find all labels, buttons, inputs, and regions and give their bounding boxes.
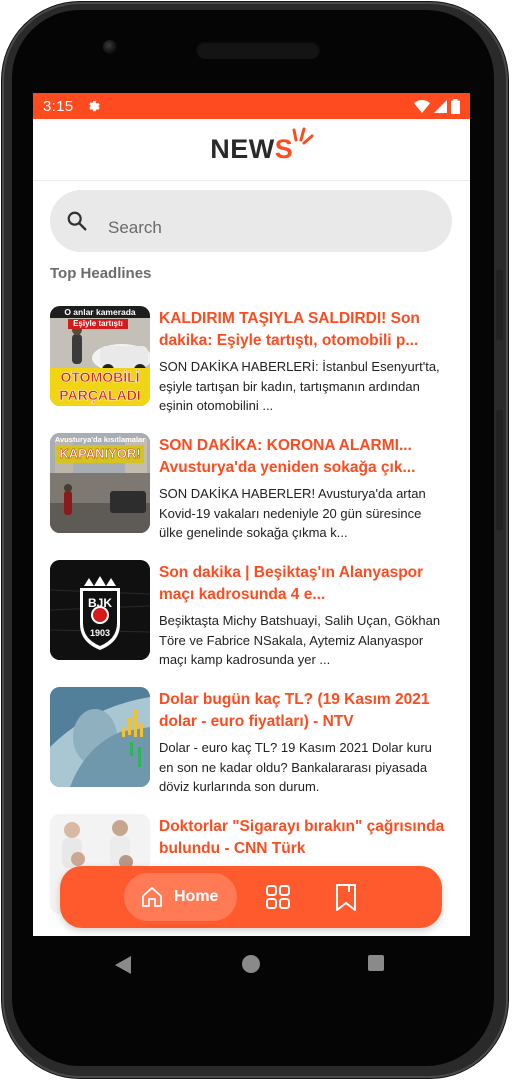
news-item[interactable]: O anlar kamerada Eşiyle tartıştı OTOMOBİ… <box>50 306 460 433</box>
search-icon <box>67 211 87 231</box>
news-item[interactable]: Dolar bugün kaç TL? (19 Kasım 2021 dolar… <box>50 687 460 814</box>
power-button <box>496 270 503 340</box>
news-text: Son dakika | Beşiktaş'ın Alanyaspor maçı… <box>159 562 447 670</box>
battery-icon <box>451 98 460 114</box>
thumbnail-top-caption: Avusturya'da kısıtlamalar <box>54 435 146 444</box>
besiktas-logo-icon <box>50 560 150 660</box>
nav-home-label: Home <box>174 888 219 905</box>
nav-home-button[interactable]: Home <box>124 873 237 921</box>
thumbnail-top-caption: O anlar kamerada <box>64 307 136 317</box>
news-description: SON DAKİKA HABERLERİ: İstanbul Esenyurt'… <box>159 359 440 413</box>
search-bar[interactable] <box>50 190 452 252</box>
news-list: O anlar kamerada Eşiyle tartıştı OTOMOBİ… <box>50 306 460 936</box>
home-icon <box>142 887 162 907</box>
news-text: KALDIRIM TAŞIYLA SALDIRDI! Son dakika: E… <box>159 308 447 416</box>
thumbnail-image <box>50 687 150 787</box>
thumbnail-sub-caption: Eşiyle tartıştı <box>68 319 128 329</box>
earpiece-speaker <box>196 41 320 59</box>
status-icons <box>414 98 460 114</box>
news-description: Beşiktaşta Michy Batshuayi, Salih Uçan, … <box>159 613 441 667</box>
status-bar: 3:15 <box>33 93 470 119</box>
news-text: Doktorlar "Sigarayı bırakın" çağrısında … <box>159 816 447 865</box>
news-item[interactable]: Avusturya'da kısıtlamalar KAPANIYOR! SON… <box>50 433 460 560</box>
app-screen: 3:15 NEW S Search Top Headlines O anlar … <box>33 93 470 936</box>
thumbnail-bottom-caption: KAPANIYOR! <box>56 445 144 463</box>
bottom-nav: Home <box>60 866 442 928</box>
app-header: NEW S <box>33 119 470 181</box>
news-description: SON DAKİKA HABERLER! Avusturya'da artan … <box>159 486 426 540</box>
wifi-icon <box>414 99 430 113</box>
news-thumbnail <box>50 687 150 787</box>
front-camera <box>103 40 117 54</box>
news-item[interactable]: BJK 1903 Son dakika | Beşiktaş'ın Alanya… <box>50 560 460 687</box>
search-input[interactable] <box>108 218 408 238</box>
home-circle-icon[interactable] <box>242 955 260 973</box>
android-nav-bar <box>33 936 470 992</box>
section-title: Top Headlines <box>50 265 152 282</box>
news-title[interactable]: SON DAKİKA: KORONA ALARMI... Avusturya'd… <box>159 435 447 479</box>
status-time: 3:15 <box>43 97 74 115</box>
news-logo: NEW S <box>210 127 314 165</box>
logo-rays-icon <box>292 127 314 145</box>
news-thumbnail: O anlar kamerada Eşiyle tartıştı OTOMOBİ… <box>50 306 150 406</box>
signal-icon <box>434 99 447 113</box>
news-text: Dolar bugün kaç TL? (19 Kasım 2021 dolar… <box>159 689 447 797</box>
news-title[interactable]: Doktorlar "Sigarayı bırakın" çağrısında … <box>159 816 447 860</box>
thumbnail-year: 1903 <box>89 628 111 638</box>
thumbnail-logo-text: BJK <box>87 596 112 610</box>
bookmark-icon[interactable] <box>333 883 359 911</box>
volume-button <box>496 410 503 530</box>
grid-icon[interactable] <box>265 883 291 911</box>
news-thumbnail: Avusturya'da kısıtlamalar KAPANIYOR! <box>50 433 150 533</box>
news-title[interactable]: Dolar bugün kaç TL? (19 Kasım 2021 dolar… <box>159 689 447 733</box>
news-thumbnail: BJK 1903 <box>50 560 150 660</box>
news-title[interactable]: Son dakika | Beşiktaş'ın Alanyaspor maçı… <box>159 562 447 606</box>
back-icon[interactable] <box>115 956 131 974</box>
recent-apps-icon[interactable] <box>368 955 384 971</box>
thumbnail-bottom-caption: OTOMOBİLİ PARÇALADI <box>59 369 141 404</box>
news-description: Dolar - euro kaç TL? 19 Kasım 2021 Dolar… <box>159 740 432 794</box>
news-text: SON DAKİKA: KORONA ALARMI... Avusturya'd… <box>159 435 447 543</box>
news-title[interactable]: KALDIRIM TAŞIYLA SALDIRDI! Son dakika: E… <box>159 308 447 352</box>
gear-icon <box>89 100 101 112</box>
logo-text: NEW <box>210 134 275 164</box>
